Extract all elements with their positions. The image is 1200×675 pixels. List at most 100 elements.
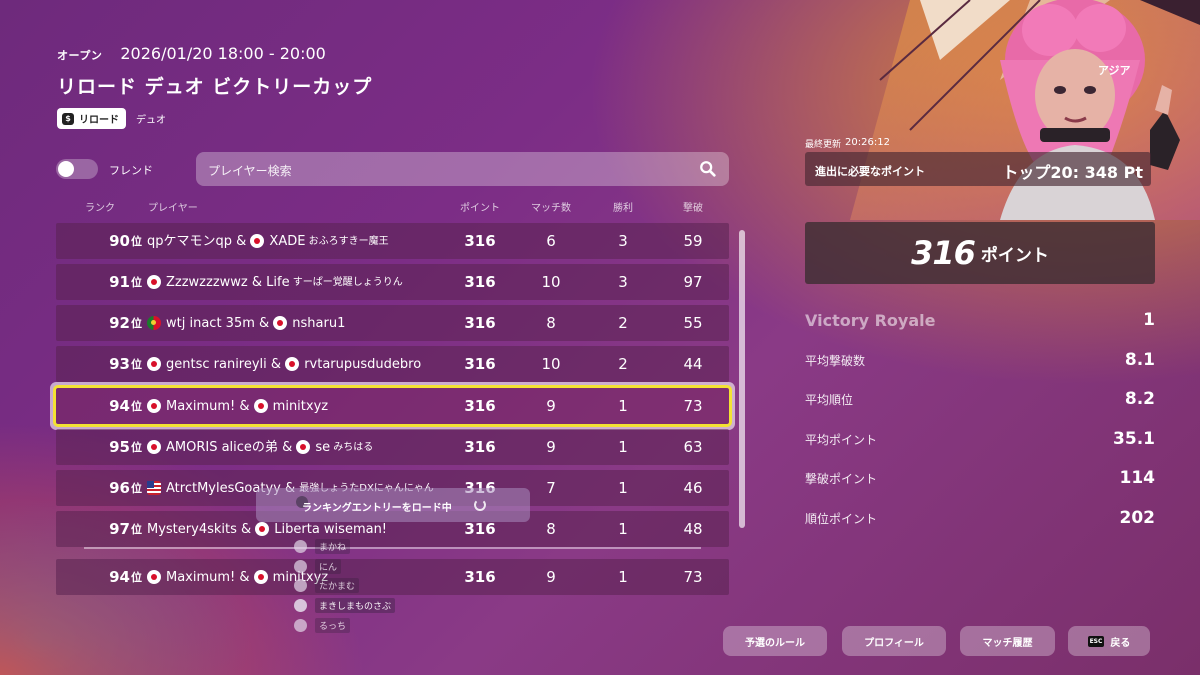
row-matches: 9 xyxy=(546,438,556,456)
row-players: wtj inact 35m & nsharu1 xyxy=(147,305,447,341)
row-points: 316 xyxy=(464,568,496,586)
row-points: 316 xyxy=(464,273,496,291)
table-divider xyxy=(84,547,701,549)
row-points: 316 xyxy=(464,355,496,373)
qualification-threshold: 進出に必要なポイント トップ20: 348 Pt xyxy=(805,152,1151,186)
score-unit: ポイント xyxy=(980,245,1049,266)
esc-key-icon: ESC xyxy=(1087,635,1105,647)
row-wins: 2 xyxy=(618,314,628,332)
loading-toast: ランキングエントリーをロード中 xyxy=(256,488,530,522)
row-points: 316 xyxy=(464,438,496,456)
player-2: Life xyxy=(266,274,290,290)
row-kills: 44 xyxy=(683,355,703,373)
friend-entry: まきしまものさぶ xyxy=(294,598,396,613)
player-1: Maximum! xyxy=(166,569,236,585)
stat-avg-points: 平均ポイント 35.1 xyxy=(805,429,1155,449)
back-button[interactable]: ESC 戻る xyxy=(1068,626,1150,656)
threshold-label: 進出に必要なポイント xyxy=(815,165,925,178)
mode-tag-label: リロード xyxy=(79,115,119,126)
us-flag-icon xyxy=(147,481,161,495)
friend-avatar-icon xyxy=(294,599,307,612)
jp-flag-icon xyxy=(250,234,265,248)
bag-icon: $ xyxy=(62,112,74,125)
threshold-value: トップ20: 348 Pt xyxy=(1002,163,1143,182)
row-points: 316 xyxy=(464,314,496,332)
jp-flag-icon xyxy=(147,399,161,413)
character-illustration xyxy=(850,0,1200,220)
score-value: 316 xyxy=(911,234,976,272)
col-header-rank: ランク xyxy=(85,203,115,214)
my-team-row[interactable]: 94 位 Maximum! & minitxyz 316 9 1 73 xyxy=(56,559,729,595)
event-meta: オープン 2026/01/20 18:00 - 20:00 xyxy=(57,44,326,63)
player-1: Maximum! xyxy=(166,398,236,414)
col-header-points: ポイント xyxy=(460,203,500,214)
rules-button[interactable]: 予選のルール xyxy=(723,626,827,656)
row-matches: 7 xyxy=(546,479,556,497)
total-score: 316 ポイント xyxy=(805,222,1155,284)
region-label: アジア xyxy=(1098,64,1131,77)
match-history-button[interactable]: マッチ履歴 xyxy=(960,626,1055,656)
team-tag: デュオ xyxy=(136,115,166,126)
stat-victory-royale: Victory Royale 1 xyxy=(805,310,1155,330)
jp-flag-icon xyxy=(273,316,288,330)
row-kills: 59 xyxy=(683,232,703,250)
row-rank: 91 位 xyxy=(109,273,142,291)
row-matches: 8 xyxy=(546,314,556,332)
jp-flag-icon xyxy=(147,275,161,289)
toggle-knob xyxy=(58,161,74,177)
player-2: XADE xyxy=(269,233,306,249)
leaderboard-scrollbar[interactable] xyxy=(739,230,745,528)
pt-flag-icon xyxy=(147,316,161,330)
jp-flag-icon xyxy=(253,570,268,584)
row-wins: 1 xyxy=(618,568,628,586)
search-icon[interactable] xyxy=(699,160,717,178)
friends-toggle[interactable] xyxy=(56,159,98,179)
row-kills: 73 xyxy=(683,568,703,586)
row-players: qpケマモンqp & XADE おふろすきー魔王 xyxy=(147,233,389,249)
last-updated-value: 20:26:12 xyxy=(845,137,890,148)
friend-avatar-icon xyxy=(294,560,307,573)
friend-avatar-icon xyxy=(294,540,307,553)
row-matches: 8 xyxy=(546,520,556,538)
jp-flag-icon xyxy=(253,399,268,413)
stat-avg-placement: 平均順位 8.2 xyxy=(805,389,1155,409)
row-matches: 9 xyxy=(546,397,556,415)
profile-button[interactable]: プロフィール xyxy=(842,626,946,656)
row-matches: 10 xyxy=(541,273,561,291)
leaderboard-row-selected[interactable]: 94 位 Maximum! & minitxyz 316 9 1 73 xyxy=(53,385,732,427)
row-wins: 3 xyxy=(618,232,628,250)
row-kills: 73 xyxy=(683,397,703,415)
leaderboard-row[interactable]: 90 位 qpケマモンqp & XADE おふろすきー魔王 316 6 3 59 xyxy=(56,223,729,259)
leaderboard-row[interactable]: 92 位 wtj inact 35m & nsharu1 316 8 2 55 xyxy=(56,305,729,341)
row-rank: 93 位 xyxy=(109,355,142,373)
row-rank: 96 位 xyxy=(109,479,142,497)
jp-flag-icon xyxy=(147,440,161,454)
row-wins: 3 xyxy=(618,273,628,291)
leaderboard-row[interactable]: 95 位 AMORIS aliceの弟 & se みちはる 316 9 1 63 xyxy=(56,429,729,465)
col-header-wins: 勝利 xyxy=(613,203,633,214)
leaderboard-row[interactable]: 93 位 gentsc ranireyli & rvtarupusdudebro … xyxy=(56,346,729,382)
row-wins: 1 xyxy=(618,397,628,415)
stat-kill-points: 撃破ポイント 114 xyxy=(805,468,1155,488)
friends-toggle-label: フレンド xyxy=(109,164,153,177)
event-status: オープン xyxy=(57,49,103,62)
jp-flag-icon xyxy=(147,570,161,584)
search-placeholder: プレイヤー検索 xyxy=(208,164,292,178)
row-wins: 2 xyxy=(618,355,628,373)
row-kills: 48 xyxy=(683,520,703,538)
event-title: リロード デュオ ビクトリーカップ xyxy=(57,76,373,98)
back-label: 戻る xyxy=(1110,637,1131,649)
stat-placement-points: 順位ポイント 202 xyxy=(805,508,1155,528)
mode-tag: $ リロード xyxy=(57,108,126,129)
row-points: 316 xyxy=(464,232,496,250)
row-kills: 46 xyxy=(683,479,703,497)
event-tags: $ リロード デュオ xyxy=(57,108,166,129)
leaderboard-row[interactable]: 91 位 Zzzwzzzwwz & Life すーぱー覚醒しょうりん 316 10… xyxy=(56,264,729,300)
player-1: AMORIS aliceの弟 xyxy=(166,439,278,455)
friend-entry: まかね xyxy=(294,539,351,554)
stat-avg-kills: 平均撃破数 8.1 xyxy=(805,350,1155,370)
player-2: Liberta wiseman! xyxy=(274,521,388,537)
friend-avatar-icon xyxy=(294,579,307,592)
player-2: rvtarupusdudebro xyxy=(304,356,422,372)
player-search-input[interactable]: プレイヤー検索 xyxy=(196,152,729,186)
